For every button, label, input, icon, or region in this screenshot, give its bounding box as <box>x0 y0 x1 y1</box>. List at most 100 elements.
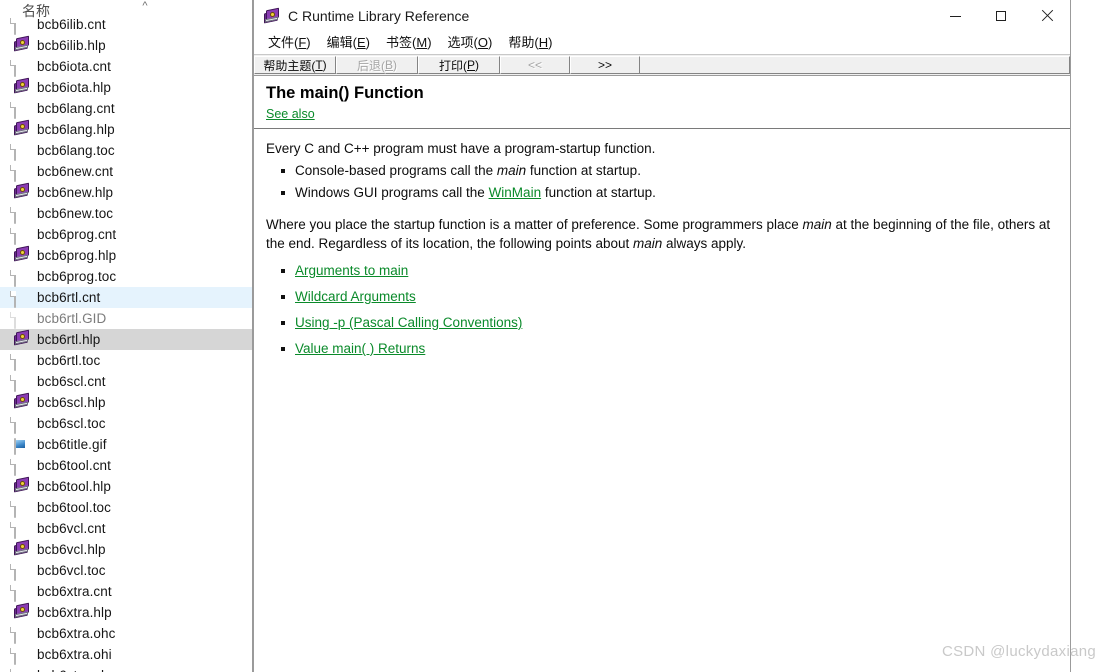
file-row[interactable]: bcb6xtra.cnt <box>0 581 252 602</box>
file-name-label: bcb6ilib.cnt <box>37 17 106 32</box>
file-name-label: bcb6title.gif <box>37 437 107 452</box>
topic-content: Every C and C++ program must have a prog… <box>254 129 1070 359</box>
file-row[interactable]: bcb6tool.hlp <box>0 476 252 497</box>
file-name-label: bcb6rtl.cnt <box>37 290 101 305</box>
file-row[interactable]: bcb6prog.toc <box>0 266 252 287</box>
file-row[interactable]: bcb6xtra.hlp <box>0 602 252 623</box>
file-name-label: bcb6rtl.GID <box>37 311 107 326</box>
file-row[interactable]: bcb6lang.hlp <box>0 119 252 140</box>
sort-ascending-icon: ^ <box>142 0 148 12</box>
screen-root: 名称 ^ bcb6ilib.cnt bcb6ilib.hlp bcb6iota.cn… <box>0 0 1110 672</box>
list-item: Wildcard Arguments <box>280 287 1058 307</box>
document-icon <box>14 646 29 665</box>
document-icon <box>14 667 29 672</box>
document-icon <box>14 268 29 287</box>
topic-link[interactable]: Arguments to main <box>295 263 408 278</box>
file-row[interactable]: bcb6iota.cnt <box>0 56 252 77</box>
file-row[interactable]: bcb6xtra.ohc <box>0 623 252 644</box>
menu-item-m[interactable]: 书签(M) <box>378 34 440 52</box>
file-row[interactable]: bcb6xtra.ohi <box>0 644 252 665</box>
file-row[interactable]: bcb6prog.cnt <box>0 224 252 245</box>
document-icon <box>14 562 29 581</box>
file-row[interactable]: bcb6scl.toc <box>0 413 252 434</box>
menu-item-o[interactable]: 选项(O) <box>440 34 501 52</box>
toolbar-button-3: << <box>500 56 570 74</box>
file-name-label: bcb6ilib.hlp <box>37 38 106 53</box>
file-row[interactable]: bcb6new.toc <box>0 203 252 224</box>
file-row[interactable]: bcb6title.gif <box>0 434 252 455</box>
winmain-link[interactable]: WinMain <box>489 185 542 200</box>
help-book-icon <box>264 7 280 24</box>
help-book-icon <box>14 539 29 558</box>
para-segment-3: always apply. <box>662 236 747 251</box>
close-button[interactable] <box>1024 0 1070 32</box>
file-list[interactable]: bcb6ilib.cnt bcb6ilib.hlp bcb6iota.cnt bcb6… <box>0 14 252 672</box>
document-icon <box>14 352 29 371</box>
file-row[interactable]: bcb6vcl.toc <box>0 560 252 581</box>
file-row[interactable]: bcb6tool.cnt <box>0 455 252 476</box>
file-name-label: bcb6tool.toc <box>37 500 111 515</box>
file-name-label: bcb6prog.hlp <box>37 248 117 263</box>
document-icon <box>14 16 29 35</box>
topic-link[interactable]: Wildcard Arguments <box>295 289 416 304</box>
csdn-watermark: CSDN @luckydaxiang <box>941 643 1096 660</box>
document-icon <box>14 457 29 476</box>
feature-bullet-list: Console-based programs call the main fun… <box>266 161 1058 203</box>
see-also-link[interactable]: See also <box>266 107 315 121</box>
menu-item-e[interactable]: 编辑(E) <box>319 34 378 52</box>
file-name-label: bcb6tool.hlp <box>37 479 112 494</box>
document-icon <box>14 58 29 77</box>
list-item: Using -p (Pascal Calling Conventions) <box>280 313 1058 333</box>
document-icon <box>14 289 29 308</box>
file-row[interactable]: bcb6rtl.hlp <box>0 329 252 350</box>
document-icon <box>14 499 29 518</box>
file-explorer-pane: 名称 ^ bcb6ilib.cnt bcb6ilib.hlp bcb6iota.cn… <box>0 0 253 672</box>
file-row[interactable]: bcb6new.cnt <box>0 161 252 182</box>
help-menubar: 文件(F) 编辑(E) 书签(M) 选项(O) 帮助(H) <box>254 32 1070 54</box>
menu-item-h[interactable]: 帮助(H) <box>500 34 560 52</box>
menu-item-f[interactable]: 文件(F) <box>260 34 319 52</box>
file-row[interactable]: bcb6new.hlp <box>0 182 252 203</box>
topic-header: The main() Function See also <box>254 76 1070 129</box>
toolbar-button-0[interactable]: 帮助主题(T) <box>254 56 336 74</box>
document-icon <box>14 625 29 644</box>
topic-link[interactable]: Using -p (Pascal Calling Conventions) <box>295 315 522 330</box>
minimize-icon <box>949 15 961 17</box>
file-row[interactable]: bcb6tool.toc <box>0 497 252 518</box>
file-row[interactable]: bcb6vcl.hlp <box>0 539 252 560</box>
file-row[interactable]: bcb6scl.cnt <box>0 371 252 392</box>
toolbar-button-4[interactable]: >> <box>570 56 640 74</box>
file-row[interactable]: bcb6vcl.cnt <box>0 518 252 539</box>
bullet-text-pre: Windows GUI programs call the <box>295 185 489 200</box>
maximize-icon <box>996 11 1006 21</box>
file-row[interactable]: bcb6lang.cnt <box>0 98 252 119</box>
file-row[interactable]: bcb6rtl.toc <box>0 350 252 371</box>
help-window-titlebar[interactable]: C Runtime Library Reference <box>254 0 1070 32</box>
document-icon <box>14 310 29 329</box>
toolbar-button-2[interactable]: 打印(P) <box>418 56 500 74</box>
list-item: Windows GUI programs call the WinMain fu… <box>280 183 1058 203</box>
list-item: Console-based programs call the main fun… <box>280 161 1058 181</box>
file-row[interactable]: bcb6xtra.ohs <box>0 665 252 672</box>
file-row[interactable]: bcb6scl.hlp <box>0 392 252 413</box>
help-toolbar: 帮助主题(T) 后退(B) 打印(P) << >> <box>254 54 1070 76</box>
para-segment-1: Where you place the startup function is … <box>266 217 803 232</box>
help-book-icon <box>14 329 29 348</box>
minimize-button[interactable] <box>932 0 978 32</box>
file-row[interactable]: bcb6ilib.hlp <box>0 35 252 56</box>
para-italic-2: main <box>632 236 663 251</box>
close-icon <box>1041 10 1053 22</box>
file-row[interactable]: bcb6iota.hlp <box>0 77 252 98</box>
file-row[interactable]: bcb6rtl.GID <box>0 308 252 329</box>
file-row[interactable]: bcb6ilib.cnt <box>0 14 252 35</box>
maximize-button[interactable] <box>978 0 1024 32</box>
file-row[interactable]: bcb6prog.hlp <box>0 245 252 266</box>
file-row[interactable]: bcb6lang.toc <box>0 140 252 161</box>
document-icon <box>14 226 29 245</box>
topic-link[interactable]: Value main( ) Returns <box>295 341 425 356</box>
file-name-label: bcb6prog.cnt <box>37 227 117 242</box>
help-book-icon <box>14 476 29 495</box>
help-window-title: C Runtime Library Reference <box>288 8 470 24</box>
document-icon <box>14 142 29 161</box>
file-row[interactable]: bcb6rtl.cnt <box>0 287 252 308</box>
